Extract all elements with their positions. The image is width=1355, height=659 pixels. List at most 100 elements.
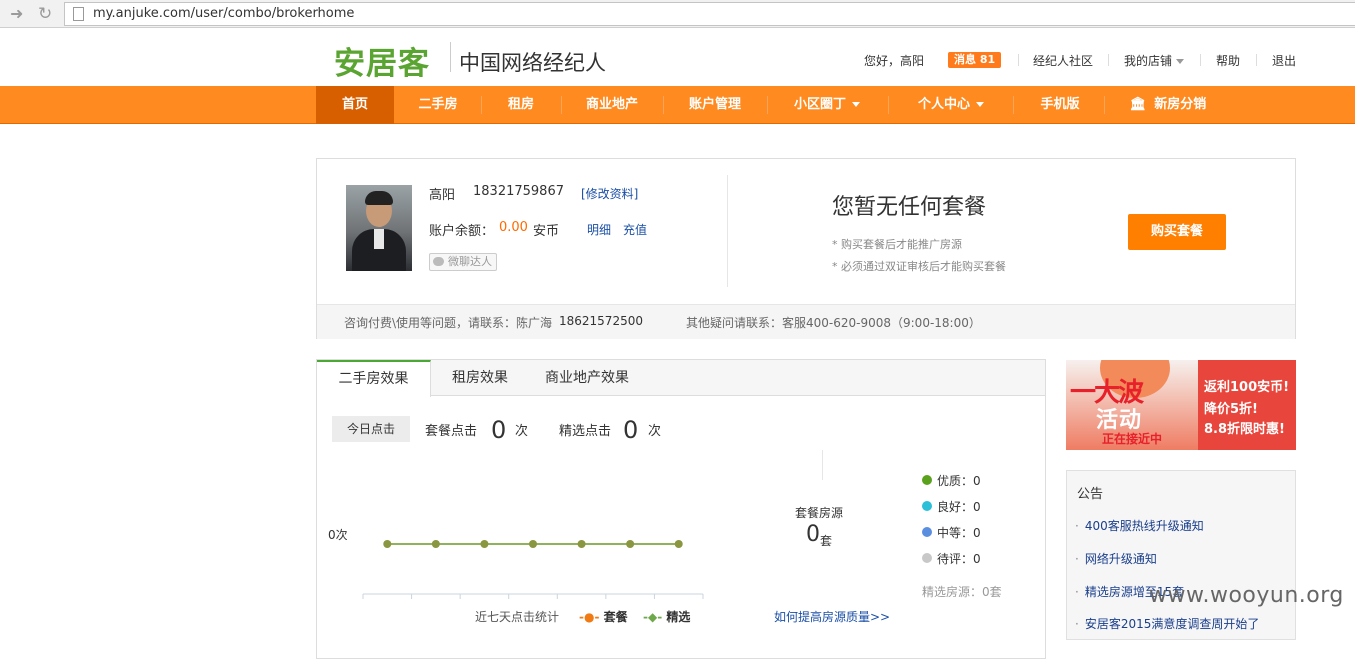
logo-divider	[450, 42, 451, 72]
legend-featured-marker: -◆-	[643, 610, 663, 624]
url-text[interactable]: my.anjuke.com/user/combo/brokerhome	[93, 6, 354, 21]
profile-card: 高阳 18321759867 [修改资料] 账户余额： 0.00 安币 明细 充…	[316, 158, 1296, 339]
wechat-badge[interactable]: 微聊达人	[429, 253, 497, 271]
nav-home[interactable]: 首页	[316, 86, 394, 124]
nav-rent[interactable]: 租房	[486, 86, 556, 124]
notice-title: 公告	[1077, 487, 1104, 502]
notice-item[interactable]: · 400客服热线升级通知	[1075, 517, 1204, 534]
contact-bar: 咨询付费\使用等问题，请联系：陈广海 18621572500 其他疑问请联系：客…	[317, 304, 1295, 339]
today-clicks-tag: 今日点击	[332, 416, 410, 442]
data-point	[626, 540, 635, 548]
package-listings-value: 0	[806, 522, 820, 547]
balance-label: 账户余额：	[429, 224, 495, 239]
no-package-title: 您暂无任何套餐	[832, 195, 987, 220]
messages-badge[interactable]: 消息 81	[948, 52, 1002, 68]
nav-divider	[888, 96, 889, 114]
main-nav: 首页 二手房 租房 商业地产 账户管理 小区圈丁 个人中心 手机版 🏛 新房分销	[0, 86, 1355, 124]
data-point	[431, 540, 440, 548]
featured-clicks-label: 精选点击	[559, 424, 612, 439]
chevron-down-icon	[852, 102, 860, 107]
data-point	[577, 540, 586, 548]
click-trend-chart	[362, 540, 704, 599]
promo-banner[interactable]: 一大波 活动 正在接近中 返利100安币! 降价5折! 8.8折限时惠!	[1066, 360, 1296, 450]
pending-dot	[922, 553, 932, 563]
data-point	[529, 540, 537, 548]
browser-toolbar: ➜ ↻ my.anjuke.com/user/combo/brokerhome	[0, 0, 1355, 28]
promo-line-3: 8.8折限时惠!	[1204, 422, 1285, 437]
nav-new-house[interactable]: 🏛 新房分销	[1112, 86, 1224, 124]
balance-detail-link[interactable]: 明细	[587, 221, 611, 238]
quality-pending: 待评：0	[937, 552, 981, 566]
package-clicks-unit: 次	[515, 424, 529, 439]
chart-caption: 近七天点击统计	[475, 610, 560, 624]
chat-bubble-icon	[433, 257, 444, 266]
contact-phone: 18621572500	[559, 314, 643, 328]
notice-board: 公告 · 400客服热线升级通知 · 网络升级通知 · 精选房源增至15套 · 安居客2…	[1066, 470, 1296, 640]
recharge-link[interactable]: 充值	[623, 221, 647, 238]
tab-rent-effect[interactable]: 租房效果	[433, 360, 527, 397]
quality-medium: 中等：0	[937, 526, 981, 540]
nav-commercial[interactable]: 商业地产	[566, 86, 658, 124]
buy-package-button[interactable]: 购买套餐	[1128, 214, 1226, 250]
my-store-menu[interactable]: 我的店铺	[1124, 52, 1185, 69]
notice-item[interactable]: · 安居客2015满意度调查周开始了	[1075, 615, 1259, 632]
data-point	[480, 540, 489, 548]
nav-personal-menu[interactable]: 个人中心	[898, 86, 1004, 124]
logout-link[interactable]: 退出	[1272, 52, 1296, 69]
page-icon	[73, 7, 84, 21]
nav-second-hand[interactable]: 二手房	[400, 86, 476, 124]
profile-divider	[727, 175, 728, 287]
forward-arrow-icon[interactable]: ➜	[10, 4, 23, 24]
chevron-down-icon	[1176, 59, 1185, 64]
nav-mobile[interactable]: 手机版	[1020, 86, 1100, 124]
effects-tab-bar: 二手房效果 租房效果 商业地产效果	[317, 360, 1045, 397]
nav-divider	[1013, 96, 1014, 114]
top-link-divider	[1256, 54, 1257, 66]
watermark: www.wooyun.org	[1149, 583, 1344, 608]
data-point	[674, 540, 683, 548]
legend-package: -●- 套餐	[579, 610, 628, 624]
nav-community-menu[interactable]: 小区圈丁	[774, 86, 880, 124]
promo-line-2: 降价5折!	[1204, 402, 1258, 417]
anjuke-logo[interactable]: 安居客	[334, 38, 430, 83]
promo-art: 一大波 活动 正在接近中	[1066, 360, 1198, 450]
reload-icon[interactable]: ↻	[38, 4, 52, 24]
balance-value: 0.00	[499, 220, 528, 235]
balance-unit: 安币	[533, 224, 560, 239]
quality-good: 良好：0	[937, 500, 981, 514]
package-note-2: * 必须通过双证审核后才能购买套餐	[832, 260, 1006, 273]
package-clicks-value: 0	[491, 416, 507, 444]
medium-dot	[922, 527, 932, 537]
nav-account[interactable]: 账户管理	[668, 86, 762, 124]
promo-line-1: 返利100安币!	[1204, 380, 1290, 395]
contact-text: 咨询付费\使用等问题，请联系：陈广海	[344, 316, 553, 330]
promo-small-text: 正在接近中	[1102, 432, 1163, 446]
featured-clicks-unit: 次	[648, 424, 662, 439]
nav-divider	[561, 96, 562, 114]
broker-community-link[interactable]: 经纪人社区	[1033, 52, 1093, 69]
nav-divider	[767, 96, 768, 114]
logo-subtitle: 中国网络经纪人	[459, 51, 606, 75]
address-bar[interactable]: my.anjuke.com/user/combo/brokerhome	[64, 2, 1355, 26]
chart-y-label: 0次	[328, 528, 348, 542]
greeting: 您好，高阳	[864, 54, 925, 68]
chevron-down-icon	[976, 102, 984, 107]
notice-item[interactable]: · 网络升级通知	[1075, 550, 1157, 567]
help-link[interactable]: 帮助	[1216, 52, 1240, 69]
package-clicks-label: 套餐点击	[425, 424, 478, 439]
featured-listings-count: 精选房源：0套	[922, 585, 1002, 599]
improve-quality-link[interactable]: 如何提高房源质量>>	[774, 608, 890, 625]
featured-clicks-value: 0	[623, 416, 639, 444]
top-link-divider	[1108, 54, 1109, 66]
building-icon: 🏛	[1129, 97, 1147, 112]
package-note-1: * 购买套餐后才能推广房源	[832, 238, 962, 251]
excellent-dot	[922, 475, 932, 485]
quality-excellent: 优质：0	[937, 474, 981, 488]
package-listings-unit: 套	[820, 534, 833, 548]
broker-phone: 18321759867	[473, 184, 564, 199]
tab-commercial-effect[interactable]: 商业地产效果	[531, 360, 643, 397]
tab-second-hand-effect[interactable]: 二手房效果	[317, 360, 431, 397]
listing-divider	[822, 450, 823, 480]
top-link-divider	[1018, 54, 1019, 66]
edit-profile-link[interactable]: [修改资料]	[581, 185, 638, 202]
